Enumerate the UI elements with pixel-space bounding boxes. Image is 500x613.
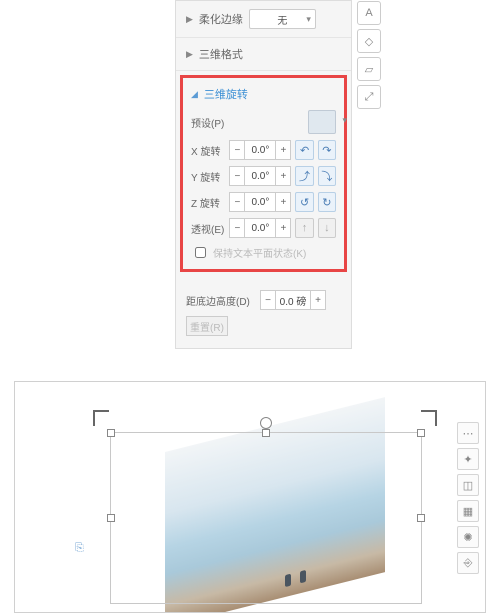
perspective-value[interactable]: 0.0° [245,218,275,238]
crop-corner[interactable] [421,410,437,426]
resize-handle[interactable] [417,429,425,437]
preset-dropdown[interactable] [308,110,336,134]
rotate-right-icon[interactable]: ↷ [318,140,336,160]
persp-wide-icon: ↓ [318,218,336,238]
resize-handle[interactable] [107,429,115,437]
distance-label: 距底边高度(D) [186,293,256,308]
persp-narrow-icon: ↑ [295,218,313,238]
3d-format-label: 三维格式 [199,46,243,62]
rotate-cw-icon[interactable]: ↻ [318,192,336,212]
plus-button[interactable]: + [310,290,326,310]
reset-button: 重置(R) [186,316,228,336]
rotate-down-icon[interactable]: ⤵ [318,166,336,186]
x-rotation-stepper[interactable]: − 0.0° + [229,140,291,160]
x-rotation-value[interactable]: 0.0° [245,140,275,160]
y-rotation-stepper[interactable]: − 0.0° + [229,166,291,186]
minus-button[interactable]: − [229,140,245,160]
z-rotation-value[interactable]: 0.0° [245,192,275,212]
rotate-left-icon[interactable]: ↶ [295,140,313,160]
format-panel: A ◇ ▱ ⤢ ▶ 柔化边缘 无 ▶ 三维格式 ◢ 三维旋转 预设(P) X 旋… [175,0,352,349]
plus-button[interactable]: + [275,218,291,238]
options-icon[interactable]: ⋯ [457,422,479,444]
soft-edges-dropdown[interactable]: 无 [249,9,316,29]
chevron-right-icon: ▶ [186,49,193,60]
crop-icon[interactable]: ◫ [457,474,479,496]
soft-edges-label: 柔化边缘 [199,11,243,27]
y-rotation-value[interactable]: 0.0° [245,166,275,186]
crop-corner[interactable] [93,410,109,426]
minus-button[interactable]: − [260,290,276,310]
soft-edges-section[interactable]: ▶ 柔化边缘 无 [176,1,351,38]
size-icon[interactable]: ⤢ [357,85,381,109]
resize-handle[interactable] [262,429,270,437]
minus-button[interactable]: − [229,166,245,186]
chevron-down-icon[interactable]: ◢ [191,89,198,100]
rotate-ccw-icon[interactable]: ↺ [295,192,313,212]
perspective-stepper[interactable]: − 0.0° + [229,218,291,238]
plus-button[interactable]: + [275,166,291,186]
document-canvas[interactable]: ⋯ ✦ ◫ ▦ ✺ ⎆ ⎘ [14,381,486,613]
adjust-icon[interactable]: ✦ [457,448,479,470]
anchor-icon[interactable]: ⎘ [75,542,87,554]
3d-format-section[interactable]: ▶ 三维格式 [176,38,351,71]
resize-handle[interactable] [417,514,425,522]
distance-value[interactable]: 0.0 磅 [276,290,310,310]
perspective-label: 透视(E) [191,221,225,236]
keep-text-flat-label: 保持文本平面状态(K) [213,245,306,260]
checkbox-input[interactable] [195,247,206,258]
distance-stepper[interactable]: − 0.0 磅 + [260,290,326,310]
right-sidebar: A ◇ ▱ ⤢ [357,1,381,109]
minus-button[interactable]: − [229,192,245,212]
picture-icon[interactable]: ▱ [357,57,381,81]
style-icon[interactable]: ▦ [457,500,479,522]
effects-icon[interactable]: ✺ [457,526,479,548]
chevron-right-icon: ▶ [186,14,193,25]
plus-button[interactable]: + [275,192,291,212]
canvas-toolbar: ⋯ ✦ ◫ ▦ ✺ ⎆ [457,422,479,574]
rotation-handle[interactable] [260,417,272,429]
z-rotation-label: Z 旋转 [191,195,225,210]
selection-frame[interactable] [110,432,422,604]
resize-handle[interactable] [107,514,115,522]
3d-rotation-label[interactable]: 三维旋转 [204,86,248,102]
text-box-icon[interactable]: A [357,1,381,25]
z-rotation-stepper[interactable]: − 0.0° + [229,192,291,212]
plus-button[interactable]: + [275,140,291,160]
shape-icon[interactable]: ◇ [357,29,381,53]
keep-text-flat-checkbox[interactable]: 保持文本平面状态(K) [191,244,336,261]
rotate-up-icon[interactable]: ⤴ [295,166,313,186]
preset-label: 预设(P) [191,115,229,130]
y-rotation-label: Y 旋转 [191,169,225,184]
minus-button[interactable]: − [229,218,245,238]
x-rotation-label: X 旋转 [191,143,225,158]
3d-rotation-section: ◢ 三维旋转 预设(P) X 旋转 − 0.0° + ↶ ↷ Y 旋转 − 0.… [180,75,347,272]
link-icon[interactable]: ⎆ [457,552,479,574]
